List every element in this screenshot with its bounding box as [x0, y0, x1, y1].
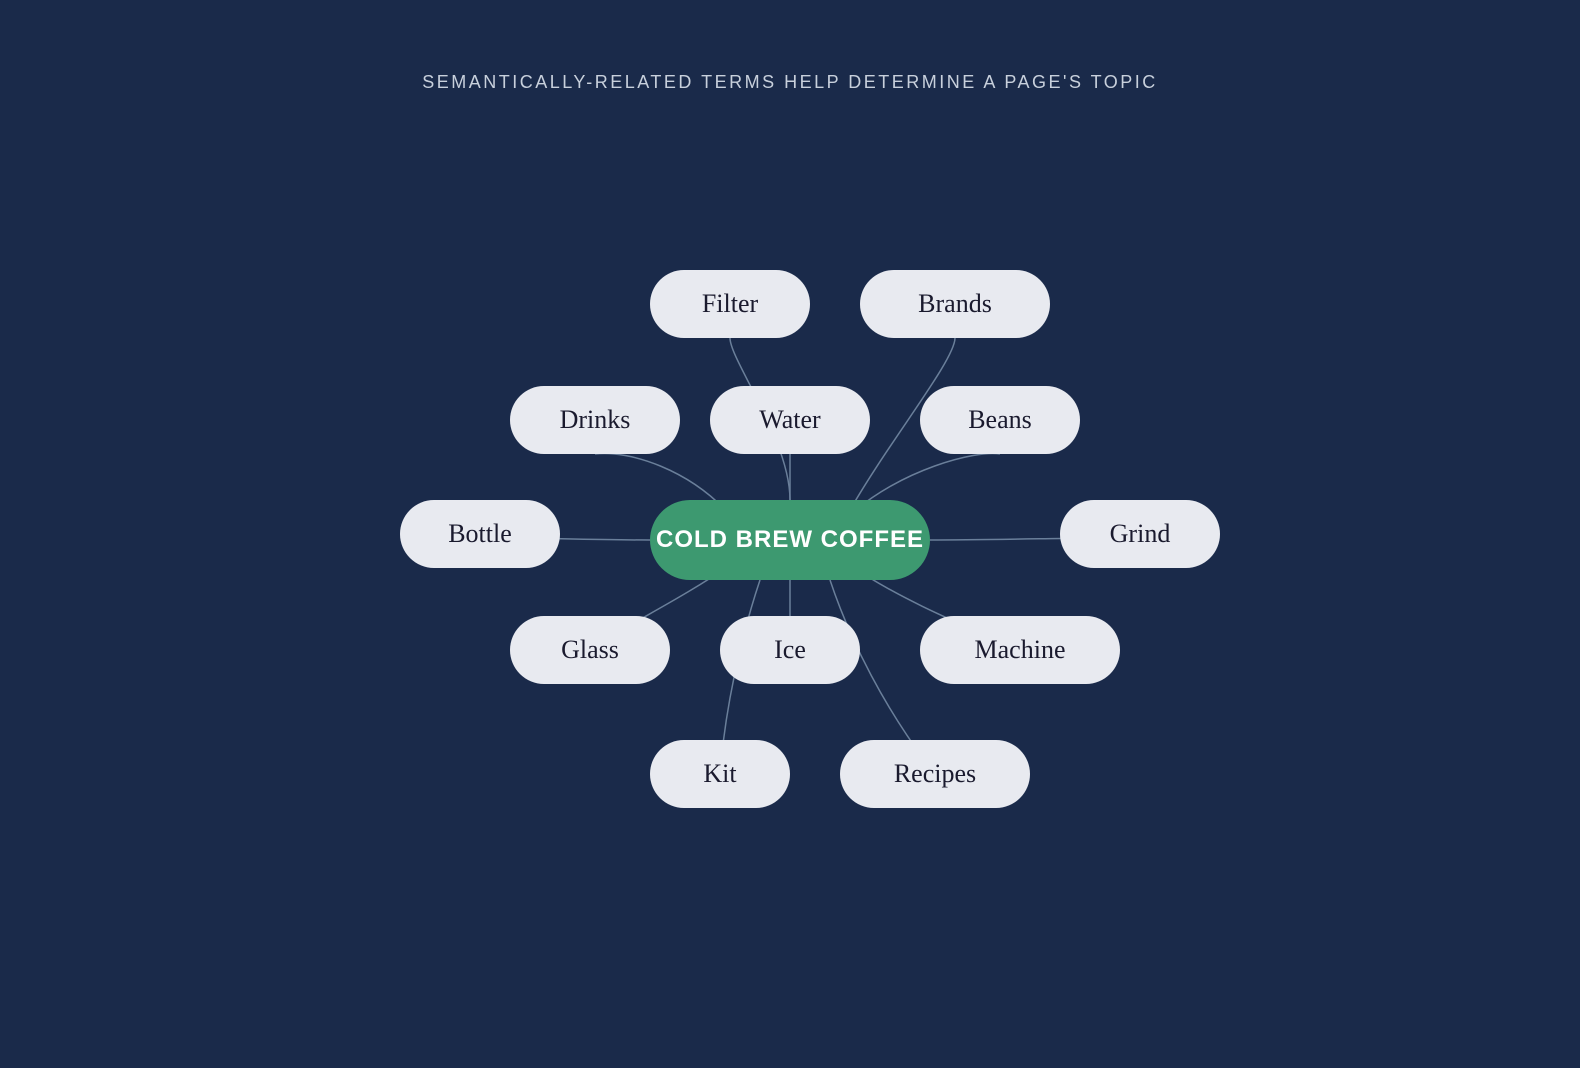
ice-node: Ice [720, 616, 860, 684]
center-node: COLD BREW COFFEE [650, 500, 930, 580]
drinks-node: Drinks [510, 386, 680, 454]
filter-node: Filter [650, 270, 810, 338]
bottle-node: Bottle [400, 500, 560, 568]
beans-node: Beans [920, 386, 1080, 454]
brands-node: Brands [860, 270, 1050, 338]
recipes-node: Recipes [840, 740, 1030, 808]
kit-node: Kit [650, 740, 790, 808]
grind-node: Grind [1060, 500, 1220, 568]
water-node: Water [710, 386, 870, 454]
machine-node: Machine [920, 616, 1120, 684]
glass-node: Glass [510, 616, 670, 684]
diagram-container: COLD BREW COFFEE Filter Brands Drinks Wa… [340, 160, 1240, 920]
